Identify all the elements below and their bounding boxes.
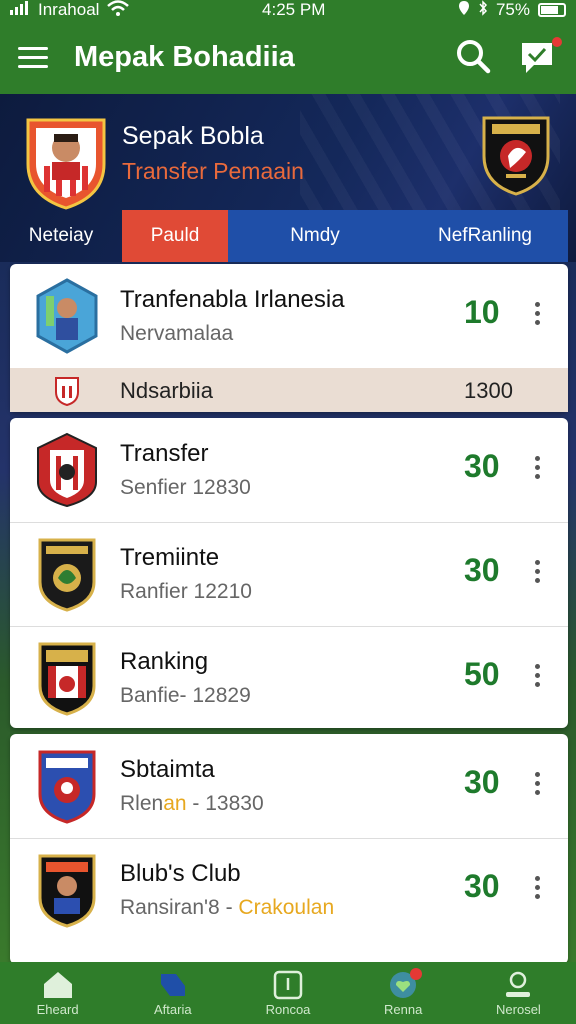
item-score: 50	[464, 656, 500, 692]
item-title: Tranfenabla Irlanesia	[120, 286, 345, 313]
club-crest-icon	[36, 748, 98, 824]
item-title: Tremiinte	[120, 544, 220, 571]
battery-icon	[538, 3, 566, 17]
nav-label: Aftaria	[154, 1001, 192, 1017]
tab-bar: Neteiay Pauld Nmdy NefRanling	[0, 210, 576, 262]
bluetooth-icon	[478, 0, 488, 21]
app-title: Mepak Bohadiia	[74, 40, 295, 73]
nav-item-home[interactable]: Eheard	[0, 962, 115, 1024]
list-group: Transfer Senfier 12830 30 Tremiinte Ranf…	[10, 418, 568, 728]
list-item[interactable]: Transfer Senfier 12830 30	[10, 418, 568, 522]
item-score: 10	[464, 294, 500, 330]
list-item[interactable]: Ranking Banfie- 12829 50	[10, 626, 568, 730]
nav-item-profile[interactable]: Nerosel	[461, 962, 576, 1024]
tab-pauld[interactable]: Pauld	[122, 210, 228, 262]
wifi-icon	[107, 0, 130, 21]
app-header: Mepak Bohadiia	[0, 20, 576, 94]
status-bar: Inrahoal 4:25 PM 75%	[0, 0, 576, 20]
nav-item-renna[interactable]: Renna	[346, 962, 461, 1024]
item-score: 30	[464, 868, 500, 904]
pitch-icon	[273, 970, 303, 999]
more-options-icon[interactable]	[530, 876, 544, 902]
list-item[interactable]: Tremiinte Ranfier 12210 30	[10, 522, 568, 626]
nav-item-aftaria[interactable]: Aftaria	[115, 962, 230, 1024]
item-title: Transfer	[120, 440, 209, 467]
item-subtitle: Senfier 12830	[120, 476, 251, 499]
list-item[interactable]: Sbtaimta Rlenan - 13830 30	[10, 734, 568, 838]
more-options-icon[interactable]	[530, 302, 544, 328]
club-crest-icon	[24, 114, 108, 210]
shield-icon	[54, 376, 80, 407]
search-icon[interactable]	[454, 37, 494, 77]
item-title: Ranking	[120, 648, 209, 675]
notification-badge	[409, 968, 422, 980]
notification-badge	[552, 37, 562, 47]
club-crest-icon	[36, 852, 98, 928]
location-icon	[458, 0, 470, 21]
battery-percent: 75%	[495, 0, 530, 19]
more-options-icon[interactable]	[530, 456, 544, 482]
nav-label: Roncoa	[265, 1001, 311, 1017]
item-subtitle: Banfie- 12829	[120, 684, 251, 707]
tab-nmdy[interactable]: Nmdy	[228, 210, 402, 262]
item-subtitle: Ransiran'8 - Crakoulan	[120, 896, 335, 919]
profile-icon	[506, 971, 531, 997]
club-crest-icon	[36, 278, 98, 354]
nav-item-roncoa[interactable]: Roncoa	[230, 962, 345, 1024]
carrier-name: Inrahoal	[38, 0, 100, 19]
club-crest-icon	[36, 536, 98, 612]
club-crest-icon	[36, 640, 98, 716]
clock: 4:25 PM	[262, 0, 326, 19]
list-group: Sbtaimta Rlenan - 13830 30 Blub's Club R…	[10, 734, 568, 964]
more-options-icon[interactable]	[530, 664, 544, 690]
list-item[interactable]: Tranfenabla Irlanesia Nervamalaa 10 Ndsa…	[10, 264, 568, 412]
nav-label: Eheard	[36, 1001, 79, 1017]
item-subtitle: Rlenan - 13830	[120, 792, 264, 815]
hero-subtitle: Transfer Pemaain	[122, 158, 304, 184]
signal-icon	[10, 0, 30, 20]
more-options-icon[interactable]	[530, 772, 544, 798]
sub-row-label: Ndsarbiia	[120, 378, 213, 403]
item-score: 30	[464, 764, 500, 800]
home-icon	[43, 971, 72, 998]
more-options-icon[interactable]	[530, 560, 544, 586]
chat-notification-icon[interactable]	[518, 37, 562, 77]
item-score: 30	[464, 552, 500, 588]
nav-label: Nerosel	[496, 1001, 541, 1017]
item-subtitle: Ranfier 12210	[120, 580, 252, 603]
menu-icon[interactable]	[18, 41, 48, 74]
club-badge-icon	[480, 112, 552, 196]
sub-row[interactable]: Ndsarbiia 1300	[10, 368, 568, 412]
sub-row-value: 1300	[464, 378, 513, 403]
tab-neteiay[interactable]: Neteiay	[0, 210, 122, 262]
item-title: Sbtaimta	[120, 756, 215, 783]
hero-title: Sepak Bobla	[122, 122, 264, 150]
shield-nav-icon	[160, 973, 185, 996]
tab-nefranling[interactable]: NefRanling	[402, 210, 568, 262]
item-score: 30	[464, 448, 500, 484]
club-crest-icon	[36, 432, 98, 508]
item-subtitle: Nervamalaa	[120, 322, 234, 345]
bottom-navigation: Eheard Aftaria Roncoa Renna Nerosel	[0, 962, 576, 1024]
list-item[interactable]: Blub's Club Ransiran'8 - Crakoulan 30	[10, 838, 568, 942]
item-title: Blub's Club	[120, 860, 241, 887]
nav-label: Renna	[384, 1001, 423, 1017]
